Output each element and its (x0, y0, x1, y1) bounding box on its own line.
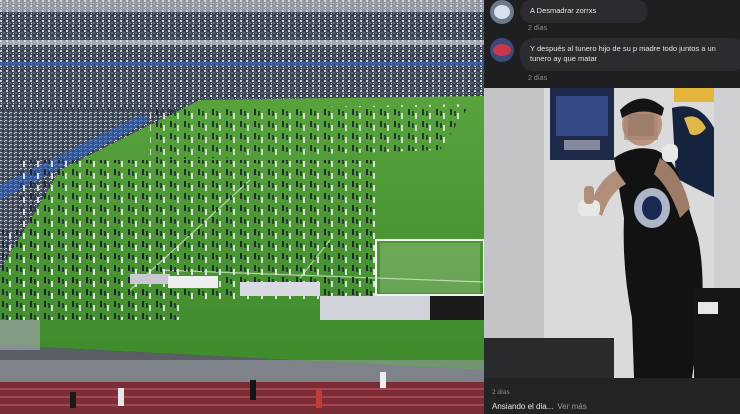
stadium-scene (0, 0, 484, 414)
comment-timestamp: 2 días (528, 75, 548, 82)
comment-bubble: Y después al tunero hijo de su p madre t… (520, 38, 740, 71)
see-more-link[interactable]: Ver más (557, 402, 586, 411)
avatar[interactable] (490, 0, 514, 24)
comment-text: A Desmadrar zorrxs (530, 6, 597, 15)
comment-bubble: A Desmadrar zorrxs (520, 0, 648, 23)
post-timestamp: 2 días (492, 389, 510, 396)
avatar[interactable] (490, 38, 514, 62)
comment-timestamp: 2 días (528, 25, 548, 32)
room-scene (484, 88, 740, 378)
comment-text: Y después al tunero hijo de su p madre t… (530, 44, 716, 63)
comment-1: A Desmadrar zorrxs (490, 0, 648, 24)
post-caption-text: Ansiando el dia... (492, 402, 554, 411)
post-caption: Ansiando el dia... Ver más (492, 402, 587, 411)
social-post-panel: A Desmadrar zorrxs 2 días Y después al t… (484, 0, 740, 414)
stadium-photo (0, 0, 484, 414)
post-caption-area: 2 días Ansiando el dia... Ver más (484, 378, 740, 414)
post-photo[interactable] (484, 88, 740, 378)
comment-2: Y después al tunero hijo de su p madre t… (490, 38, 740, 71)
